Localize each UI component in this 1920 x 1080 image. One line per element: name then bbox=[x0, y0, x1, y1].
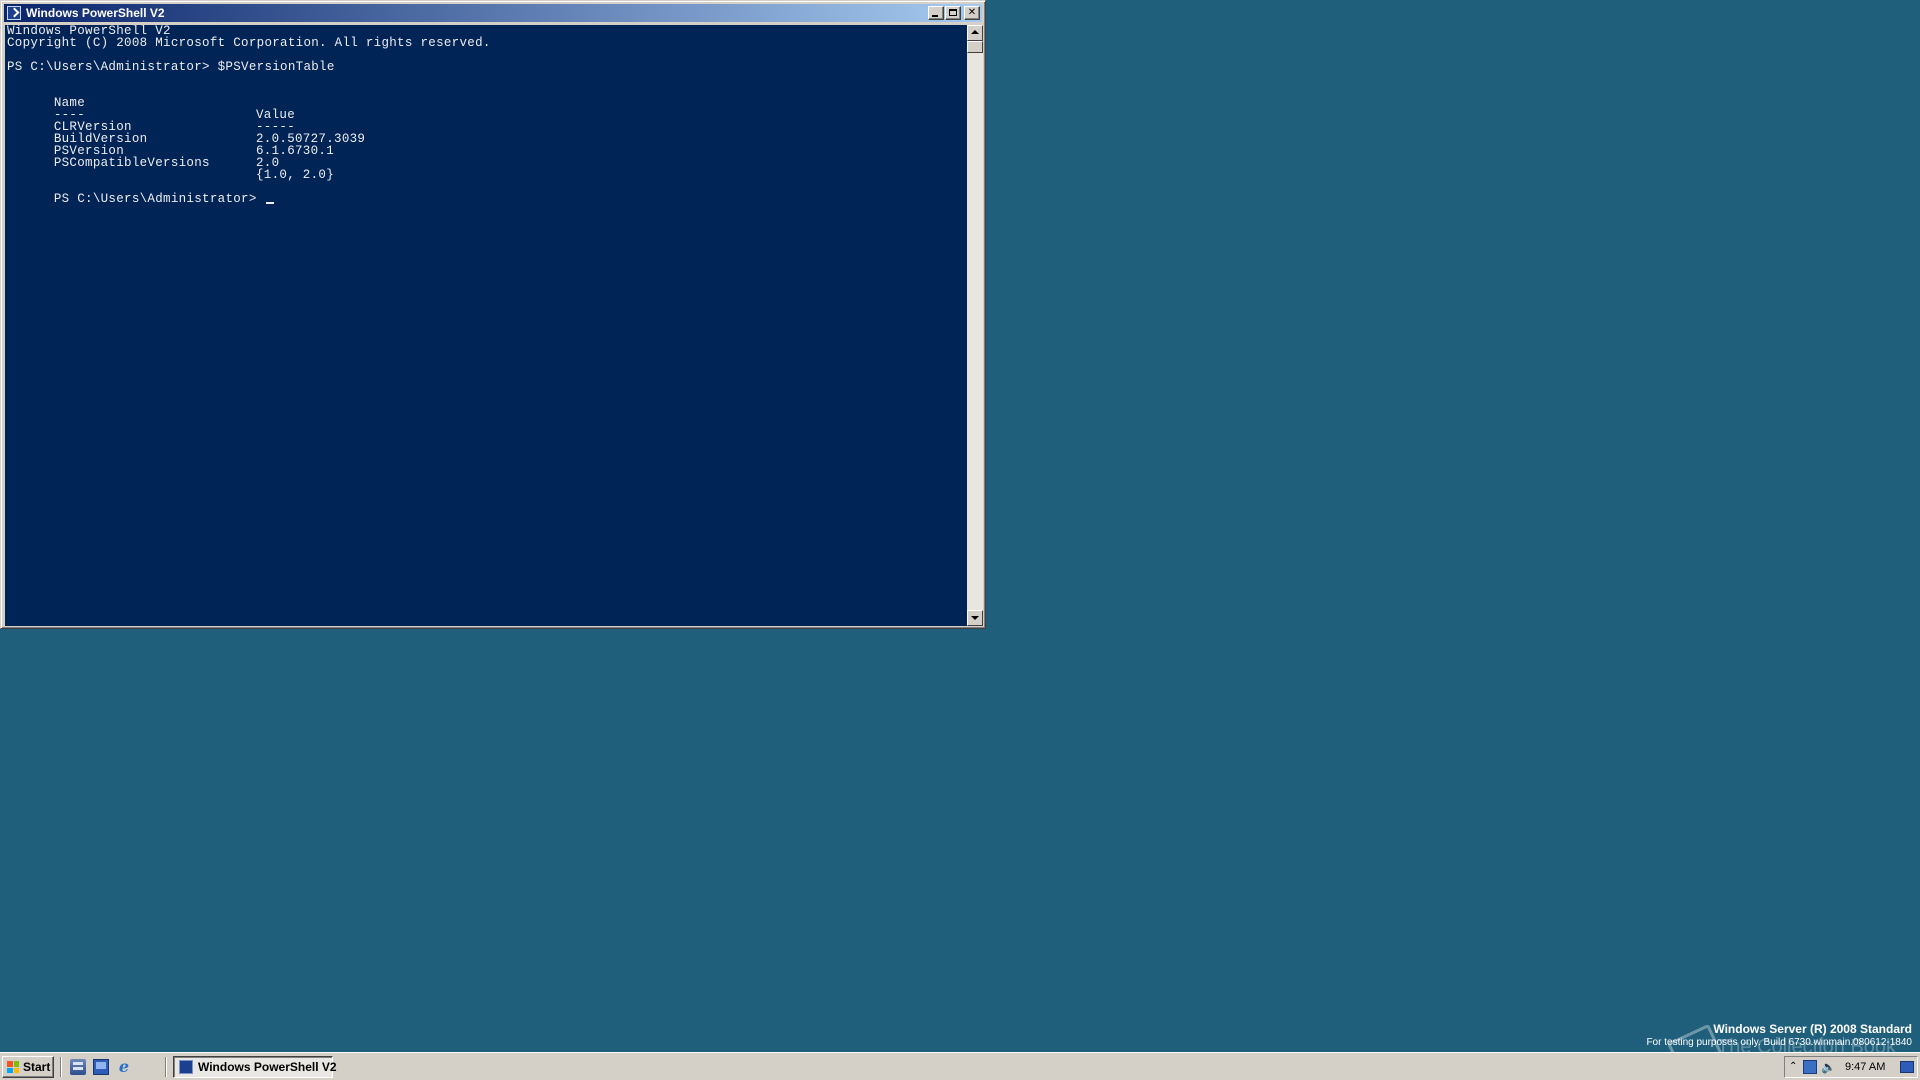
close-icon: ✕ bbox=[967, 7, 977, 18]
close-button[interactable]: ✕ bbox=[964, 6, 980, 20]
scroll-thumb[interactable] bbox=[967, 41, 983, 53]
minimize-icon bbox=[932, 15, 938, 17]
volume-icon[interactable]: 🔈 bbox=[1821, 1060, 1836, 1074]
arrow-down-icon bbox=[971, 616, 979, 620]
table-cell-name: PSCompatibleVersions bbox=[53, 156, 210, 170]
show-desktop-icon[interactable] bbox=[93, 1059, 109, 1075]
table-row: CLRVersion 2.0.50727.3039 bbox=[7, 109, 365, 146]
table-cell-value: {1.0, 2.0} bbox=[256, 168, 335, 182]
powershell-icon bbox=[7, 6, 21, 20]
show-desktop-icon[interactable] bbox=[1900, 1061, 1914, 1073]
maximize-icon bbox=[949, 9, 957, 16]
scroll-up-button[interactable] bbox=[967, 25, 983, 41]
internet-explorer-icon[interactable]: e bbox=[116, 1059, 132, 1075]
table-row: PSVersion 2.0 bbox=[7, 133, 279, 170]
network-icon[interactable] bbox=[1803, 1060, 1817, 1074]
powershell-icon bbox=[179, 1060, 193, 1074]
vertical-scrollbar[interactable] bbox=[967, 25, 983, 626]
taskbar-separator bbox=[60, 1057, 62, 1077]
table-underline-row: ---- ----- bbox=[7, 97, 295, 134]
scroll-down-button[interactable] bbox=[967, 610, 983, 626]
text-cursor bbox=[266, 202, 275, 204]
taskbar-button-powershell[interactable]: Windows PowerShell V2 bbox=[173, 1056, 337, 1078]
taskbar-separator bbox=[165, 1057, 167, 1077]
chevron-up-icon[interactable]: ⌃ bbox=[1789, 1061, 1797, 1073]
system-tray: ⌃ 🔈 9:47 AM bbox=[1784, 1056, 1918, 1078]
table-row: BuildVersion 6.1.6730.1 bbox=[7, 121, 334, 158]
prompt-text: PS C:\Users\Administrator> bbox=[53, 192, 265, 206]
title-bar[interactable]: Windows PowerShell V2 ✕ bbox=[4, 4, 982, 22]
prompt-line[interactable]: PS C:\Users\Administrator> bbox=[7, 181, 275, 205]
console-output[interactable]: Windows PowerShell V2 Copyright (C) 2008… bbox=[5, 25, 967, 626]
minimize-button[interactable] bbox=[928, 6, 944, 20]
server-manager-icon[interactable] bbox=[70, 1059, 86, 1075]
table-row: PSCompatibleVersions {1.0, 2.0} bbox=[7, 145, 334, 182]
clock[interactable]: 9:47 AM bbox=[1845, 1057, 1885, 1077]
console-line: Copyright (C) 2008 Microsoft Corporation… bbox=[7, 36, 491, 50]
start-label: Start bbox=[23, 1060, 51, 1074]
powershell-window[interactable]: Windows PowerShell V2 ✕ Windows PowerShe… bbox=[0, 0, 986, 629]
window-title: Windows PowerShell V2 bbox=[26, 6, 165, 20]
taskbar-button-label: Windows PowerShell V2 bbox=[198, 1060, 337, 1074]
maximize-button[interactable] bbox=[945, 6, 961, 20]
os-edition-text: Windows Server (R) 2008 Standard bbox=[1713, 1022, 1912, 1036]
table-header-row: Name Value bbox=[7, 85, 295, 122]
arrow-up-icon bbox=[971, 30, 979, 34]
start-button[interactable]: Start bbox=[2, 1056, 54, 1078]
windows-logo-icon bbox=[7, 1061, 19, 1073]
taskbar: Start e Windows PowerShell V2 ⌃ 🔈 9:47 A… bbox=[0, 1052, 1920, 1080]
console-command-line: PS C:\Users\Administrator> $PSVersionTab… bbox=[7, 60, 335, 74]
